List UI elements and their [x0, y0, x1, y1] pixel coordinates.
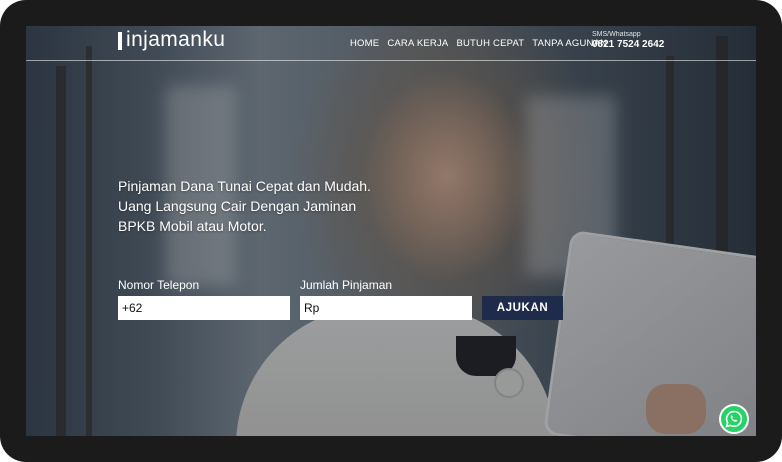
- logo-text: injamanku: [126, 28, 226, 51]
- phone-input[interactable]: [118, 296, 290, 320]
- headline-line-1: Pinjaman Dana Tunai Cepat dan Mudah.: [118, 178, 371, 194]
- contact-label: SMS/Whatsapp: [592, 31, 641, 38]
- top-navigation: injamanku HOME CARA KERJA BUTUH CEPAT TA…: [26, 26, 756, 61]
- amount-label: Jumlah Pinjaman: [300, 278, 393, 292]
- hero-screen: injamanku HOME CARA KERJA BUTUH CEPAT TA…: [26, 26, 756, 436]
- contact-number[interactable]: 0821 7524 2642: [592, 39, 664, 50]
- whatsapp-button[interactable]: [719, 404, 749, 434]
- whatsapp-icon: [725, 410, 743, 428]
- hero-headline: Pinjaman Dana Tunai Cepat dan Mudah. Uan…: [118, 176, 371, 236]
- phone-label: Nomor Telepon: [118, 278, 200, 292]
- main-menu: HOME CARA KERJA BUTUH CEPAT TANPA AGUNAN: [350, 38, 607, 49]
- logo-mark[interactable]: [118, 32, 122, 50]
- headline-line-2: Uang Langsung Cair Dengan Jaminan: [118, 198, 357, 214]
- submit-button[interactable]: AJUKAN: [482, 296, 563, 320]
- nav-home[interactable]: HOME: [350, 38, 379, 49]
- contact-info[interactable]: SMS/Whatsapp 0821 7524 2642: [592, 31, 664, 50]
- logo[interactable]: injamanku: [126, 28, 225, 52]
- amount-input[interactable]: [300, 296, 472, 320]
- headline-line-3: BPKB Mobil atau Motor.: [118, 218, 267, 234]
- nav-cara-kerja[interactable]: CARA KERJA: [387, 38, 448, 49]
- nav-butuh-cepat[interactable]: BUTUH CEPAT: [456, 38, 524, 49]
